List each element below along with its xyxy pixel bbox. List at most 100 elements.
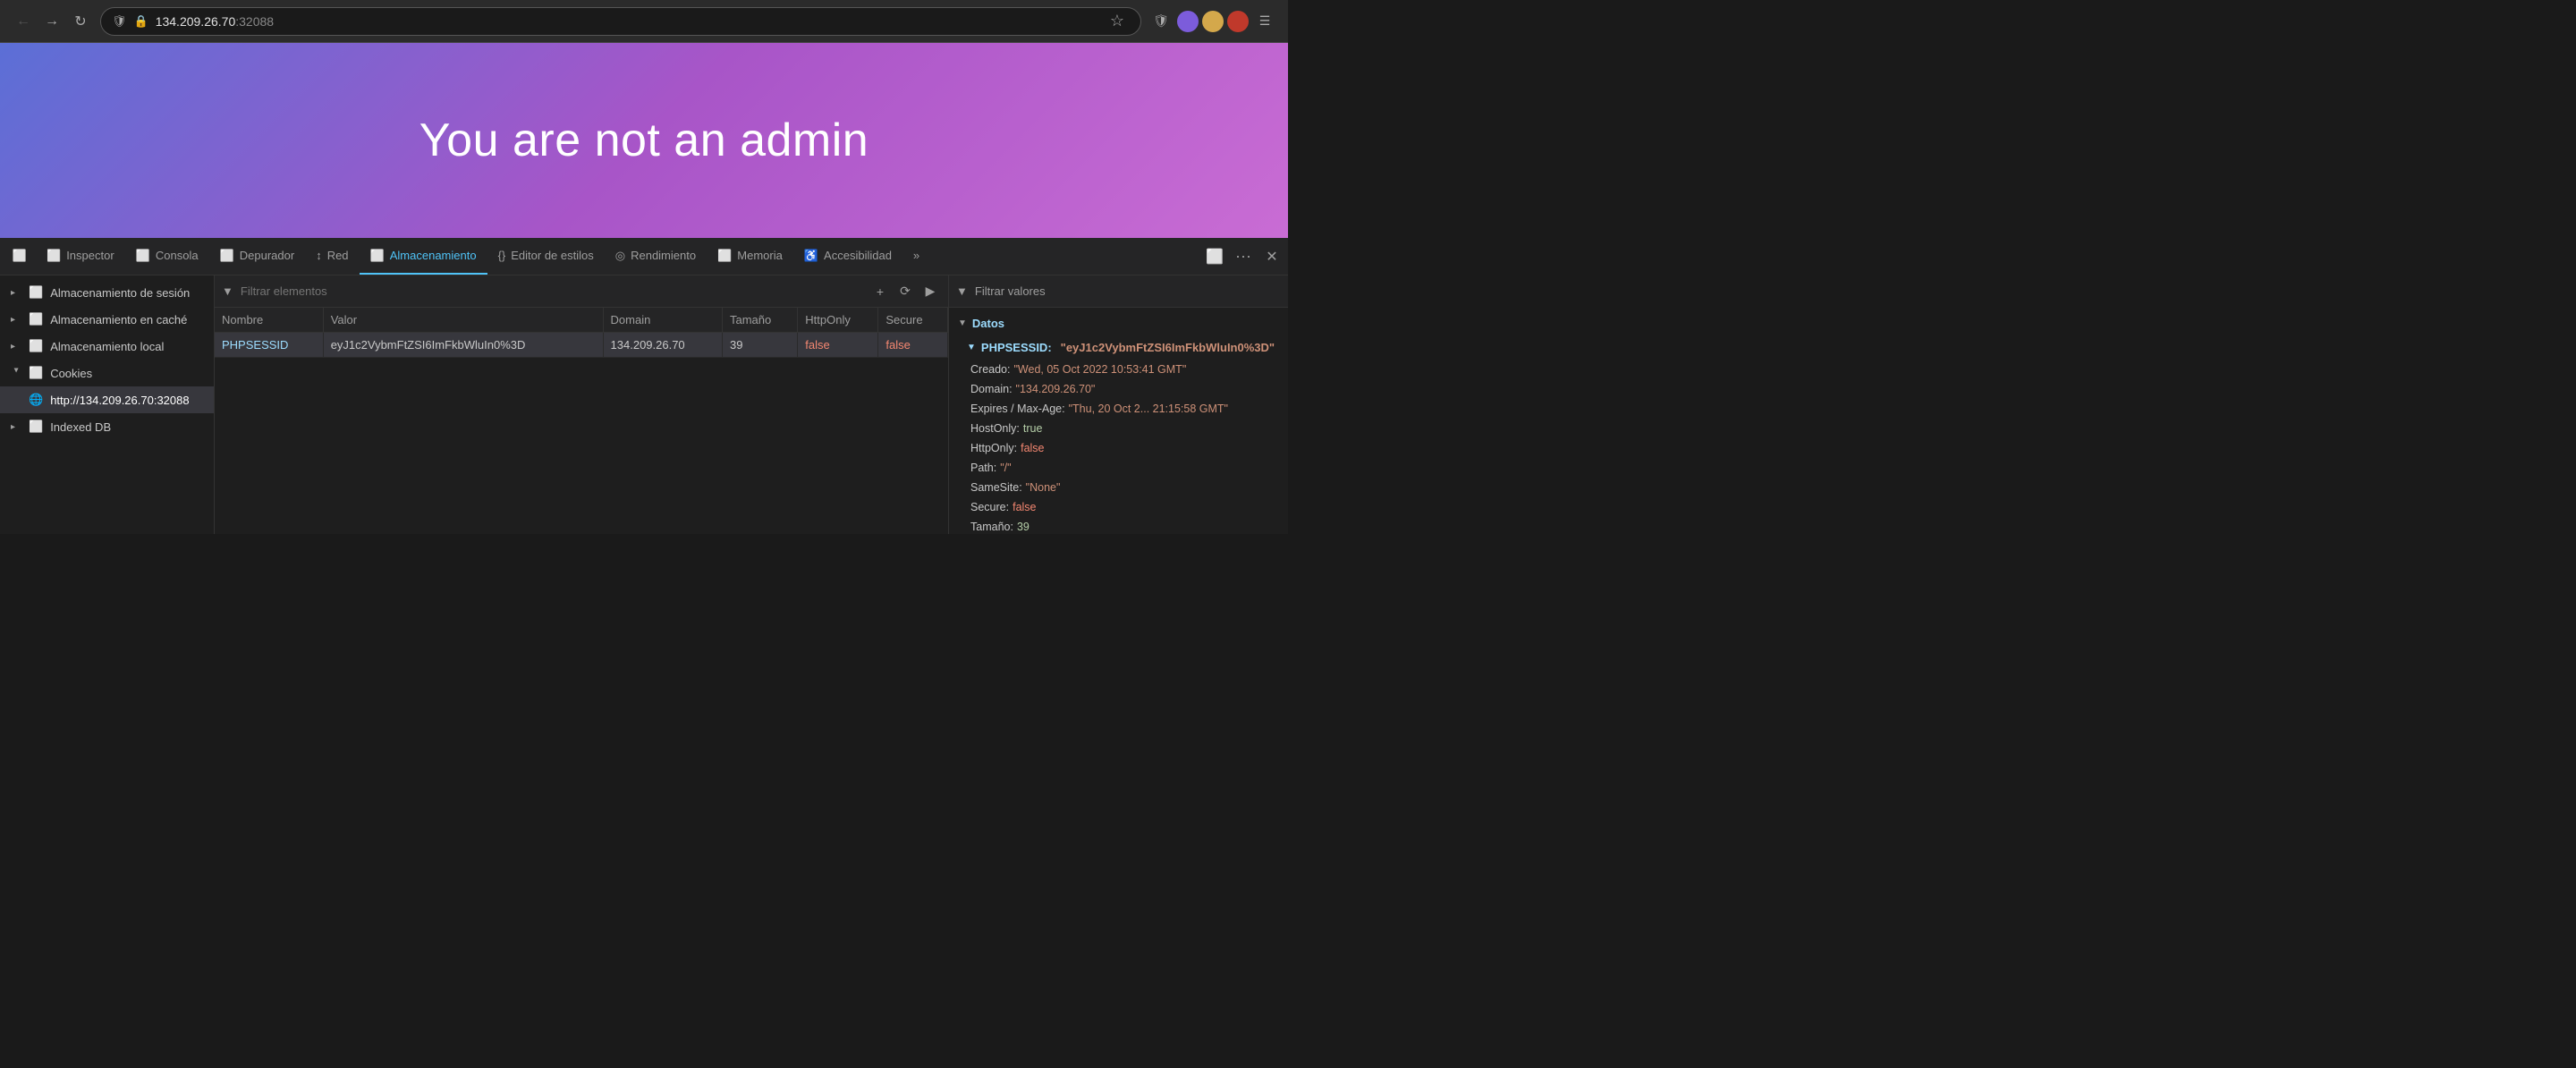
details-filter-bar: ▼ Filtrar valores [949,275,1288,308]
detail-key-creado: Creado: [970,363,1010,376]
refresh-button[interactable]: ⟳ [894,281,916,302]
menu-button[interactable]: ☰ [1252,9,1277,34]
indexed-db-label: Indexed DB [50,420,111,434]
devtools-body: ▸ ⬜ Almacenamiento de sesión ▸ ⬜ Almacen… [0,275,1288,534]
cache-icon: ⬜ [29,312,43,326]
filter-input[interactable] [241,284,862,298]
cell-secure: false [878,333,948,358]
detail-value-domain: "134.209.26.70" [1016,383,1096,395]
shield-icon: 🛡 [112,14,127,29]
detail-key-secure: Secure: [970,501,1009,513]
detail-row-creado: Creado: "Wed, 05 Oct 2022 10:53:41 GMT" [949,360,1288,379]
browser-chrome: ← → ↻ 🛡 🔒 134.209.26.70:32088 ☆ 🛡 ☰ [0,0,1288,43]
bookmark-button[interactable]: ☆ [1105,9,1130,34]
almacenamiento-icon: ⬜ [370,249,385,263]
cookies-table: Nombre Valor Domain Tamaño HttpOnly Secu… [215,308,948,358]
detail-row-hostonly: HostOnly: true [949,419,1288,438]
detail-row-tamano: Tamaño: 39 [949,517,1288,534]
cell-domain: 134.209.26.70 [603,333,722,358]
tab-more[interactable]: » [902,238,930,275]
tab-inspector[interactable]: ⬜ Inspector [36,238,125,275]
tab-almacenamiento[interactable]: ⬜ Almacenamiento [360,238,487,275]
detail-key-samesite: SameSite: [970,481,1022,494]
cookies-url-label: http://134.209.26.70:32088 [50,394,189,407]
tab-accesibilidad-label: Accesibilidad [824,249,892,262]
chevron-icon: ▸ [11,288,21,298]
filter-actions: + ⟳ ▶ [869,281,941,302]
filter-icon: ▼ [222,284,233,298]
detail-key-hostonly: HostOnly: [970,422,1020,435]
globe-icon: 🌐 [29,393,43,407]
cookies-label: Cookies [50,367,92,380]
tab-memoria[interactable]: ⬜ Memoria [707,238,793,275]
consola-icon: ⬜ [136,249,150,263]
forward-button[interactable]: → [39,9,64,34]
devtools-more-button[interactable]: ··· [1231,244,1256,269]
detail-row-secure: Secure: false [949,497,1288,517]
sidebar-item-cookies-url[interactable]: 🌐 http://134.209.26.70:32088 [0,386,214,413]
tab-inspect-element[interactable]: ⬜ [4,238,36,275]
detail-row-path: Path: "/" [949,458,1288,478]
tab-depurador[interactable]: ⬜ Depurador [209,238,306,275]
sidebar-item-indexed-db[interactable]: ▸ ⬜ Indexed DB [0,413,214,440]
shield-action-button[interactable]: 🛡 [1148,9,1174,34]
phpsessid-value: "eyJ1c2VybmFtZSI6ImFkbWluIn0%3D" [1061,341,1275,354]
tab-editor-estilos-label: Editor de estilos [511,249,594,262]
tab-rendimiento[interactable]: ◎ Rendimiento [605,238,707,275]
inspect-icon: ⬜ [13,249,27,263]
more-tabs-icon: » [913,249,919,262]
lock-icon: 🔒 [134,14,148,29]
avatar-gold[interactable] [1202,11,1224,32]
sidebar-item-local-storage[interactable]: ▸ ⬜ Almacenamiento local [0,333,214,360]
depurador-icon: ⬜ [220,249,234,263]
detail-value-httponly: false [1021,442,1044,454]
reload-button[interactable]: ↻ [68,9,93,34]
sidebar-item-cache-storage[interactable]: ▸ ⬜ Almacenamiento en caché [0,306,214,333]
local-storage-label: Almacenamiento local [50,340,164,353]
tab-red[interactable]: ↕ Red [305,238,359,275]
th-nombre: Nombre [215,308,323,333]
memoria-icon: ⬜ [717,249,732,263]
dock-button[interactable]: ⬜ [1202,244,1227,269]
chevron-expanded-icon: ▸ [12,368,21,378]
detail-key-tamano: Tamaño: [970,521,1013,533]
detail-value-creado: "Wed, 05 Oct 2022 10:53:41 GMT" [1013,363,1186,376]
tab-consola[interactable]: ⬜ Consola [125,238,209,275]
back-button[interactable]: ← [11,9,36,34]
tab-rendimiento-label: Rendimiento [631,249,696,262]
cell-valor: eyJ1c2VybmFtZSI6ImFkbWluIn0%3D [323,333,603,358]
address-bar[interactable]: 🛡 🔒 134.209.26.70:32088 ☆ [100,7,1141,36]
close-devtools-button[interactable]: ✕ [1259,244,1284,269]
table-row[interactable]: PHPSESSID eyJ1c2VybmFtZSI6ImFkbWluIn0%3D… [215,333,948,358]
add-cookie-button[interactable]: + [869,281,891,302]
detail-row-domain: Domain: "134.209.26.70" [949,379,1288,399]
editor-estilos-icon: {} [498,249,506,262]
page-heading: You are not an admin [419,114,869,167]
detail-key-domain: Domain: [970,383,1013,395]
details-section-header[interactable]: ▼ Datos [949,311,1288,335]
detail-value-hostonly: true [1023,422,1043,435]
avatar-red[interactable] [1227,11,1249,32]
tab-accesibilidad[interactable]: ♿ Accesibilidad [793,238,902,275]
phpsessid-section-header[interactable]: ▼ PHPSESSID: "eyJ1c2VybmFtZSI6ImFkbWluIn… [949,335,1288,360]
table-header-row: Nombre Valor Domain Tamaño HttpOnly Secu… [215,308,948,333]
phpsessid-label: PHPSESSID: [981,341,1052,354]
url-display: 134.209.26.70:32088 [156,14,1097,29]
local-storage-icon: ⬜ [29,339,43,353]
tab-editor-estilos[interactable]: {} Editor de estilos [487,238,605,275]
detail-value-path: "/" [1000,462,1011,474]
details-panel: ▼ Filtrar valores ▼ Datos ▼ PHPSESSID: "… [948,275,1288,534]
sidebar-item-session-storage[interactable]: ▸ ⬜ Almacenamiento de sesión [0,279,214,306]
devtools-right-actions: ⬜ ··· ✕ [1202,238,1284,275]
url-host: 134.209.26.70 [156,14,236,29]
sidebar-item-cookies[interactable]: ▸ ⬜ Cookies [0,360,214,386]
tab-inspector-label: Inspector [66,249,114,262]
detail-row-httponly: HttpOnly: false [949,438,1288,458]
avatar-purple[interactable] [1177,11,1199,32]
cell-nombre: PHPSESSID [215,333,323,358]
chevron-icon: ▸ [11,315,21,325]
play-button[interactable]: ▶ [919,281,941,302]
rendimiento-icon: ◎ [615,249,625,263]
nav-buttons: ← → ↻ [11,9,93,34]
accesibilidad-icon: ♿ [804,249,818,263]
